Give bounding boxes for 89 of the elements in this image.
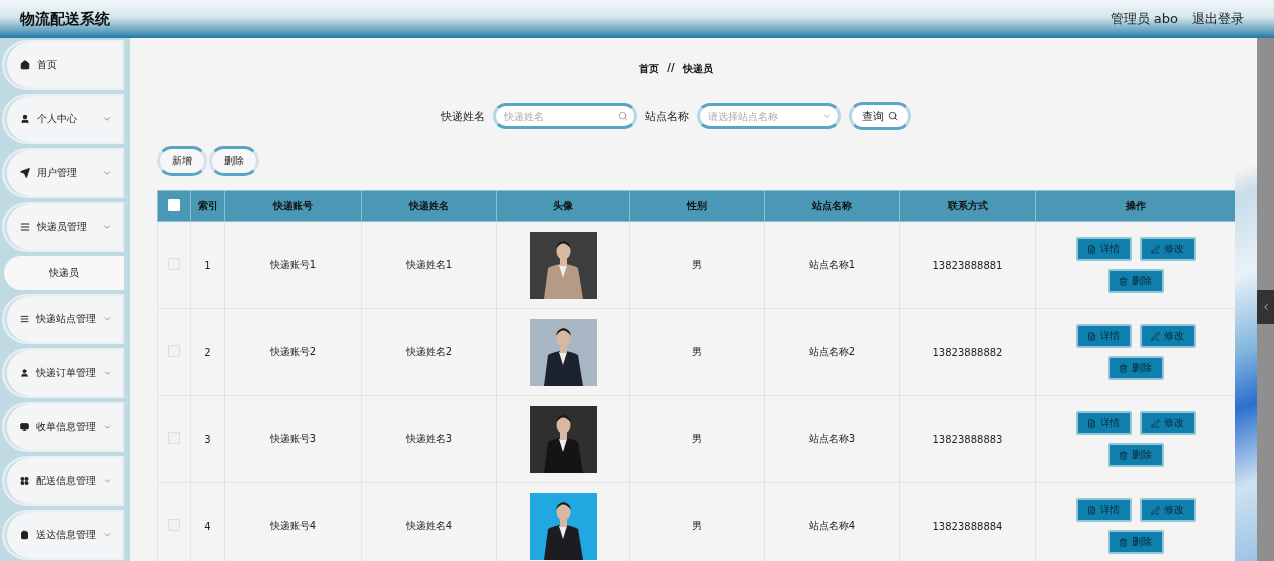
menu-item-icon bbox=[20, 314, 29, 324]
menu-item-icon bbox=[20, 530, 29, 540]
chevron-icon bbox=[103, 476, 112, 486]
table-cell: 站点名称1 bbox=[764, 221, 900, 309]
add-button[interactable]: 新增 bbox=[157, 146, 207, 176]
table-cell: 2 bbox=[190, 308, 225, 396]
field-label: 站点名称 bbox=[645, 108, 689, 124]
sidebar-item[interactable]: 首页 bbox=[2, 40, 124, 90]
sidebar-item[interactable]: 快递员管理 bbox=[2, 202, 124, 252]
pen-icon bbox=[1151, 418, 1160, 428]
table-cell: 男 bbox=[629, 482, 765, 561]
chevron-icon bbox=[103, 530, 112, 540]
name-search-field[interactable]: 快递姓名 bbox=[493, 103, 637, 129]
sidebar-item[interactable]: 配送信息管理 bbox=[2, 456, 124, 506]
menu-item-icon bbox=[20, 168, 30, 178]
table-cell: 13823888881 bbox=[899, 221, 1036, 309]
pen-icon bbox=[1151, 331, 1160, 341]
document-icon bbox=[1087, 244, 1096, 254]
table-cell: 快递姓名2 bbox=[361, 308, 497, 396]
sidebar-item[interactable]: 快递站点管理 bbox=[2, 294, 124, 344]
table-cell: 4 bbox=[190, 482, 225, 561]
table-cell: 13823888884 bbox=[899, 482, 1036, 561]
table-cell: 13823888883 bbox=[899, 395, 1036, 483]
sidebar-item[interactable]: 用户管理 bbox=[2, 148, 124, 198]
menu-item-icon bbox=[20, 422, 29, 432]
table-cell: 3 bbox=[190, 395, 225, 483]
menu-item-icon bbox=[20, 222, 30, 232]
table-cell: 1 bbox=[190, 221, 225, 309]
chevron-icon bbox=[102, 114, 112, 124]
station-select[interactable]: 请选择站点名称 bbox=[697, 103, 841, 129]
table-cell: 快递账号3 bbox=[224, 395, 362, 483]
table-cell: 站点名称2 bbox=[764, 308, 900, 396]
column-header: 快递姓名 bbox=[361, 190, 497, 222]
table-cell: 站点名称3 bbox=[764, 395, 900, 483]
delete-button[interactable]: 删除 bbox=[209, 146, 259, 176]
search-icon bbox=[888, 111, 898, 121]
column-header: 性别 bbox=[629, 190, 765, 222]
submenu-item[interactable]: 快递员 bbox=[4, 256, 124, 290]
document-icon bbox=[1087, 505, 1096, 515]
collapse-button[interactable] bbox=[1257, 290, 1274, 324]
table-cell: 快递姓名1 bbox=[361, 221, 497, 309]
user-name: 管理员 abo bbox=[1110, 10, 1178, 28]
table-cell: 快递账号4 bbox=[224, 482, 362, 561]
column-header: 联系方式 bbox=[899, 190, 1036, 222]
sidebar-item[interactable]: 个人中心 bbox=[2, 94, 124, 144]
table-cell: 男 bbox=[629, 395, 765, 483]
breadcrumb-separator: // bbox=[667, 62, 675, 75]
table-cell: 13823888882 bbox=[899, 308, 1036, 396]
column-header: 站点名称 bbox=[764, 190, 900, 222]
pen-icon bbox=[1151, 244, 1160, 254]
column-header: 索引 bbox=[190, 190, 225, 222]
table-cell: 快递姓名3 bbox=[361, 395, 497, 483]
table-cell: 站点名称4 bbox=[764, 482, 900, 561]
field-label: 快递姓名 bbox=[441, 108, 485, 124]
table-cell: 快递账号2 bbox=[224, 308, 362, 396]
column-header: 头像 bbox=[496, 190, 630, 222]
app-title: 物流配送系统 bbox=[20, 9, 110, 29]
sidebar-item[interactable]: 送达信息管理 bbox=[2, 510, 124, 560]
menu-item-icon bbox=[20, 114, 30, 124]
document-icon bbox=[1087, 331, 1096, 341]
trash-icon bbox=[1119, 537, 1128, 547]
sidebar-item[interactable]: 收单信息管理 bbox=[2, 402, 124, 452]
menu-item-icon bbox=[20, 368, 29, 378]
column-header: 快递账号 bbox=[224, 190, 362, 222]
menu-item-icon bbox=[20, 476, 29, 486]
sidebar-item[interactable]: 快递订单管理 bbox=[2, 348, 124, 398]
table-cell: 男 bbox=[629, 221, 765, 309]
query-button[interactable]: 查询 bbox=[849, 102, 911, 130]
breadcrumb-current: 快递员 bbox=[682, 62, 713, 76]
trash-icon bbox=[1119, 363, 1128, 373]
chevron-icon bbox=[103, 314, 112, 324]
chevron-icon bbox=[102, 168, 112, 178]
pen-icon bbox=[1151, 505, 1160, 515]
table-cell: 快递账号1 bbox=[224, 221, 362, 309]
trash-icon bbox=[1119, 450, 1128, 460]
chevron-icon bbox=[822, 111, 832, 121]
chevron-icon bbox=[103, 422, 112, 432]
column-header: 操作 bbox=[1035, 190, 1235, 222]
breadcrumb-link[interactable]: 首页 bbox=[639, 62, 660, 76]
trash-icon bbox=[1119, 276, 1128, 286]
chevron-icon bbox=[103, 368, 112, 378]
select-all-checkbox[interactable] bbox=[168, 199, 180, 211]
search-icon bbox=[618, 111, 628, 121]
table-cell: 男 bbox=[629, 308, 765, 396]
logout-link[interactable]: 退出登录 bbox=[1192, 10, 1244, 28]
table-cell: 快递姓名4 bbox=[361, 482, 497, 561]
document-icon bbox=[1087, 418, 1096, 428]
chevron-icon bbox=[102, 222, 112, 232]
menu-item-icon bbox=[20, 60, 30, 70]
